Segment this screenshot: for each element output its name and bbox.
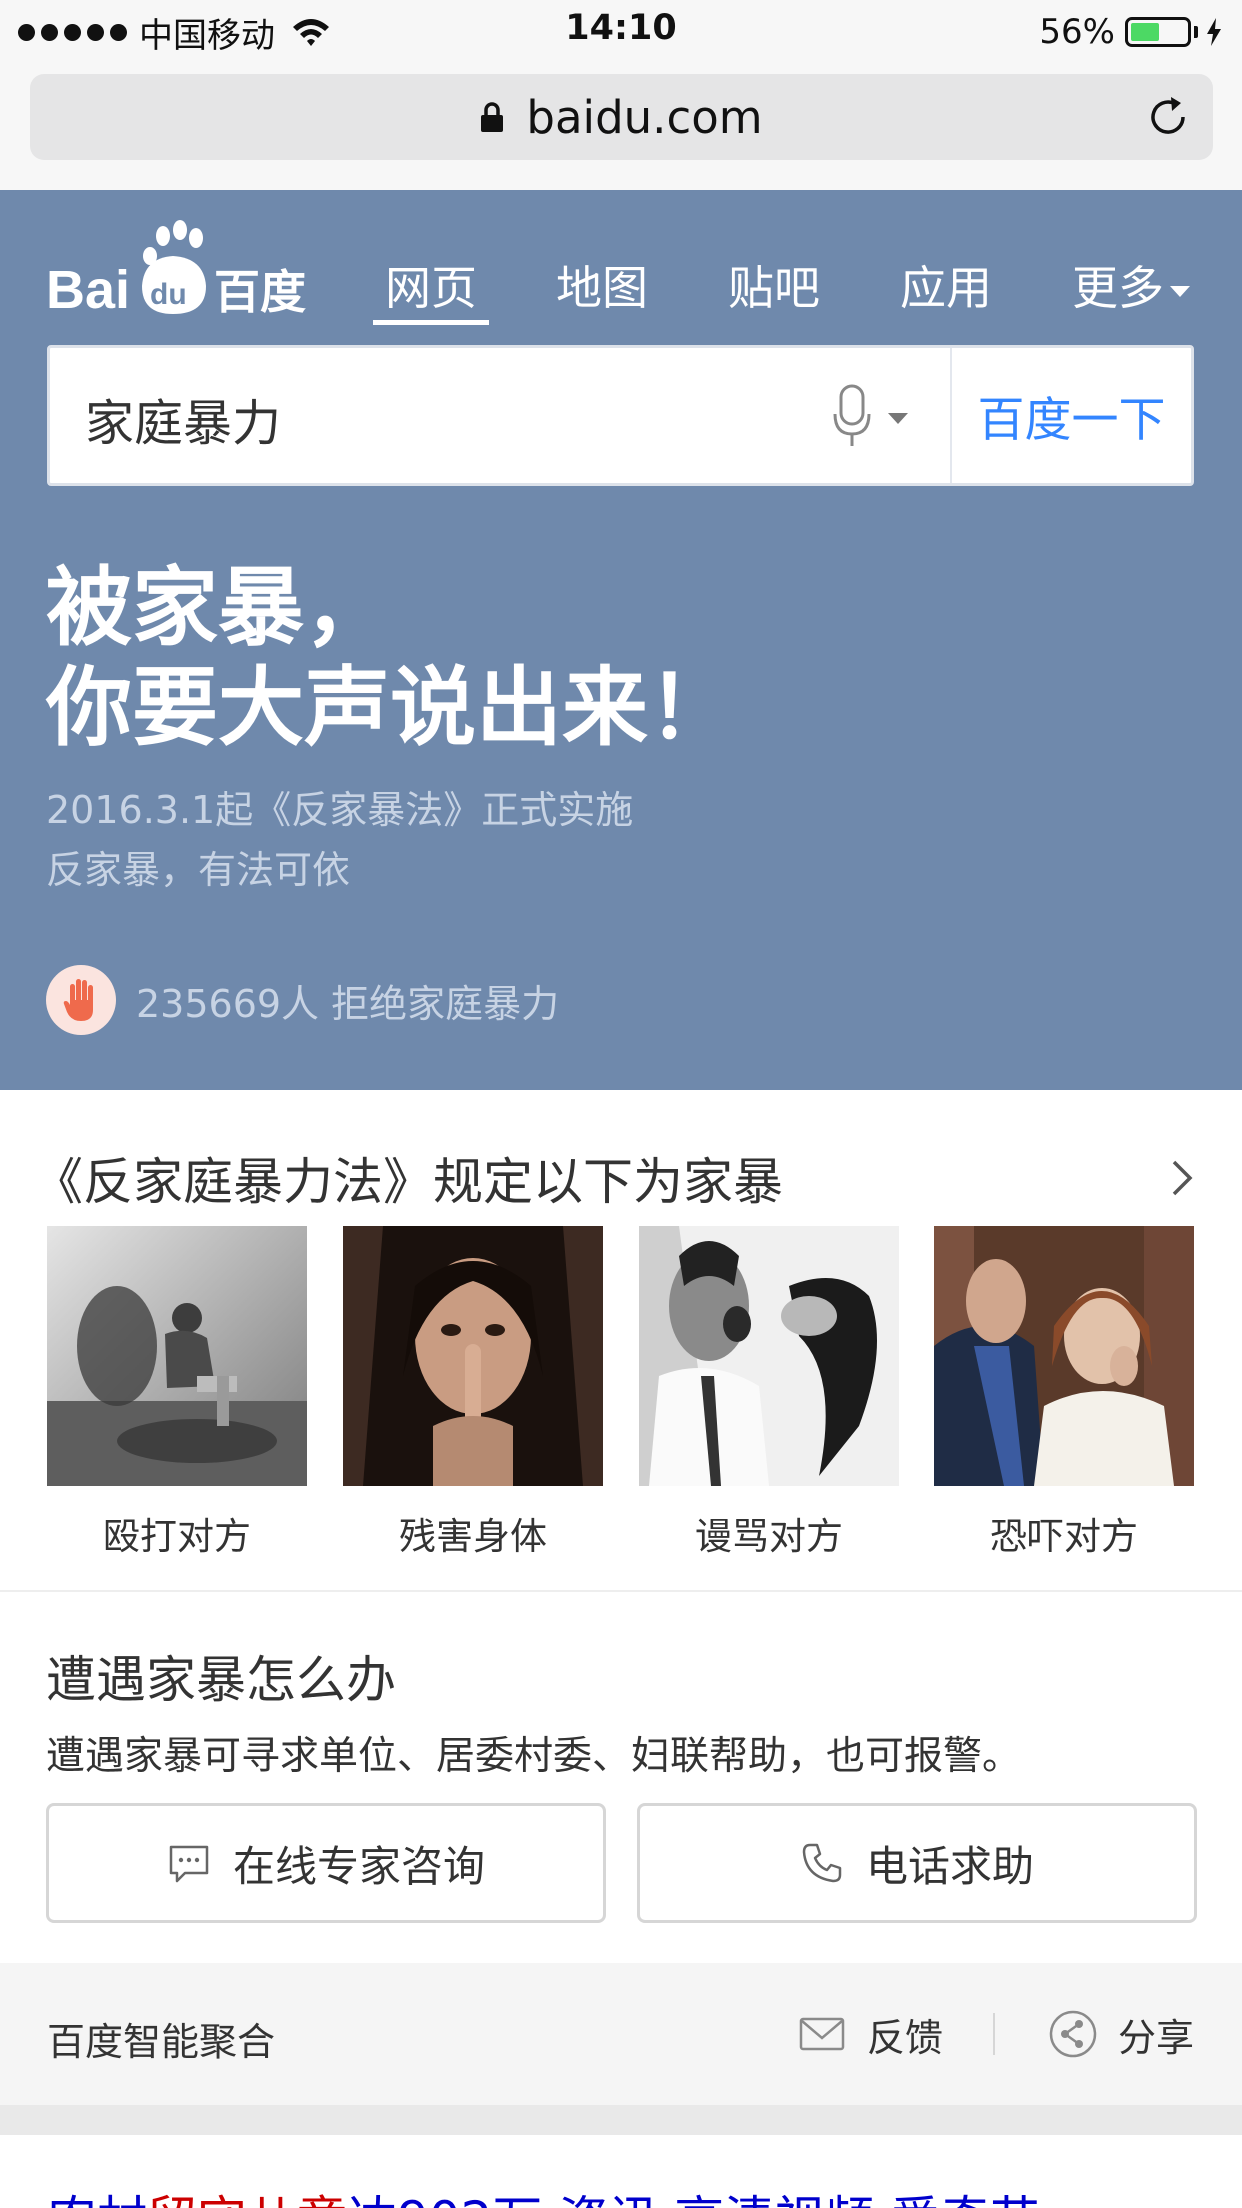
status-bar: 中国移动 14:10 56% xyxy=(0,0,1242,62)
battery-fill xyxy=(1131,23,1159,41)
support-count-row[interactable]: 235669人 拒绝家庭暴力 xyxy=(46,965,559,1035)
law-item-threaten[interactable]: 恐吓对方 xyxy=(934,1226,1194,1560)
online-consult-button[interactable]: 在线专家咨询 xyxy=(46,1803,606,1923)
share-icon xyxy=(1049,2010,1097,2058)
tab-web[interactable]: 网页 xyxy=(385,252,477,318)
battery-nub xyxy=(1194,26,1198,38)
help-card-title: 遭遇家暴怎么办 xyxy=(46,1651,396,1709)
browser-toolbar: baidu.com xyxy=(0,62,1242,190)
voice-dropdown-icon[interactable] xyxy=(888,413,908,424)
tab-active-indicator xyxy=(373,320,489,325)
search-input[interactable]: 家庭暴力 xyxy=(85,384,281,455)
tab-more[interactable]: 更多 xyxy=(1072,252,1190,318)
baidu-logo[interactable]: Bai du 百度 xyxy=(46,216,316,316)
law-item-label: 殴打对方 xyxy=(103,1515,251,1558)
phone-icon xyxy=(802,1843,842,1883)
svg-text:Bai: Bai xyxy=(46,260,130,316)
next-result-prefix: 农村 xyxy=(47,2191,147,2208)
stop-hand-icon[interactable] xyxy=(46,965,116,1035)
chat-icon xyxy=(169,1845,209,1883)
svg-text:du: du xyxy=(150,278,187,311)
share-button[interactable]: 分享 xyxy=(1048,1999,1194,2069)
phone-help-button[interactable]: 电话求助 xyxy=(637,1803,1197,1923)
card-divider xyxy=(0,1590,1242,1592)
online-consult-label: 在线专家咨询 xyxy=(232,1841,485,1891)
hero-subtitle-line2: 反家暴，有法可依 xyxy=(46,848,351,892)
law-item-image xyxy=(47,1226,307,1486)
svg-text:百度: 百度 xyxy=(214,265,306,316)
tab-apps[interactable]: 应用 xyxy=(900,252,992,318)
reload-icon[interactable] xyxy=(1145,94,1191,140)
address-bar[interactable]: baidu.com xyxy=(30,74,1213,160)
help-card-description: 遭遇家暴可寻求单位、居委村委、妇联帮助，也可报警。 xyxy=(46,1734,1022,1779)
feedback-label: 反馈 xyxy=(867,2015,944,2060)
search-button[interactable]: 百度一下 xyxy=(952,348,1191,483)
url-text: baidu.com xyxy=(526,90,763,144)
support-count-text: 235669人 拒绝家庭暴力 xyxy=(136,981,560,1026)
hero-headline-line1: 被家暴， xyxy=(46,558,390,658)
law-item-label: 谩骂对方 xyxy=(695,1515,843,1558)
feedback-button[interactable]: 反馈 xyxy=(797,1999,943,2069)
hero-subtitle-line1: 2016.3.1起《反家暴法》正式实施 xyxy=(46,788,634,832)
address-content: baidu.com xyxy=(30,74,1213,160)
search-box: 家庭暴力 百度一下 xyxy=(47,345,1194,486)
hero-subtitle: 2016.3.1起《反家暴法》正式实施 反家暴，有法可依 xyxy=(46,780,633,900)
hero-headline-line2: 你要大声说出来！ xyxy=(46,658,734,758)
result-separator xyxy=(0,2105,1242,2135)
law-item-assault[interactable]: 殴打对方 xyxy=(47,1226,307,1560)
law-item-label: 恐吓对方 xyxy=(990,1515,1138,1558)
status-right: 56% xyxy=(1039,10,1222,54)
tab-map[interactable]: 地图 xyxy=(556,252,648,318)
phone-help-label: 电话求助 xyxy=(865,1841,1034,1891)
tab-tieba[interactable]: 贴吧 xyxy=(728,252,820,318)
hero-headline: 被家暴， 你要大声说出来！ xyxy=(46,558,734,758)
law-card-title[interactable]: 《反家庭暴力法》规定以下为家暴 xyxy=(33,1142,783,1214)
tab-more-label: 更多 xyxy=(1072,261,1164,315)
share-label: 分享 xyxy=(1118,2015,1195,2060)
battery-icon xyxy=(1125,17,1191,47)
source-label: 百度智能聚合 xyxy=(47,2020,276,2064)
law-item-image xyxy=(343,1226,603,1486)
result-footer: 百度智能聚合 反馈 分享 xyxy=(0,1963,1242,2105)
law-item-image xyxy=(639,1226,899,1486)
law-item-label: 残害身体 xyxy=(399,1515,547,1558)
next-result-title[interactable]: 农村留守儿童达902万 资讯 高清视频 爱奇艺 xyxy=(47,2180,1040,2208)
charging-icon xyxy=(1207,18,1221,46)
law-card-items: 殴打对方 残害身体 谩骂对方 恐吓对方 xyxy=(47,1226,1195,1566)
chevron-right-icon[interactable] xyxy=(1170,1158,1194,1198)
lock-icon xyxy=(481,102,504,132)
hero-banner: Bai du 百度 网页 地图 贴吧 应用 更多 家庭暴力 百度一下 被家暴， … xyxy=(0,190,1242,1090)
mail-icon xyxy=(799,2017,845,2051)
law-item-image xyxy=(934,1226,1194,1486)
caret-down-icon xyxy=(1170,286,1190,297)
next-result-suffix: 达902万 资讯 高清视频 爱奇艺 xyxy=(347,2191,1040,2208)
footer-divider xyxy=(993,2013,995,2055)
law-item-injury[interactable]: 残害身体 xyxy=(343,1226,603,1560)
law-item-verbal-abuse[interactable]: 谩骂对方 xyxy=(639,1226,899,1560)
battery-percent: 56% xyxy=(1039,12,1115,52)
microphone-icon[interactable] xyxy=(832,384,872,448)
next-result-highlight: 留守儿童 xyxy=(147,2191,347,2208)
